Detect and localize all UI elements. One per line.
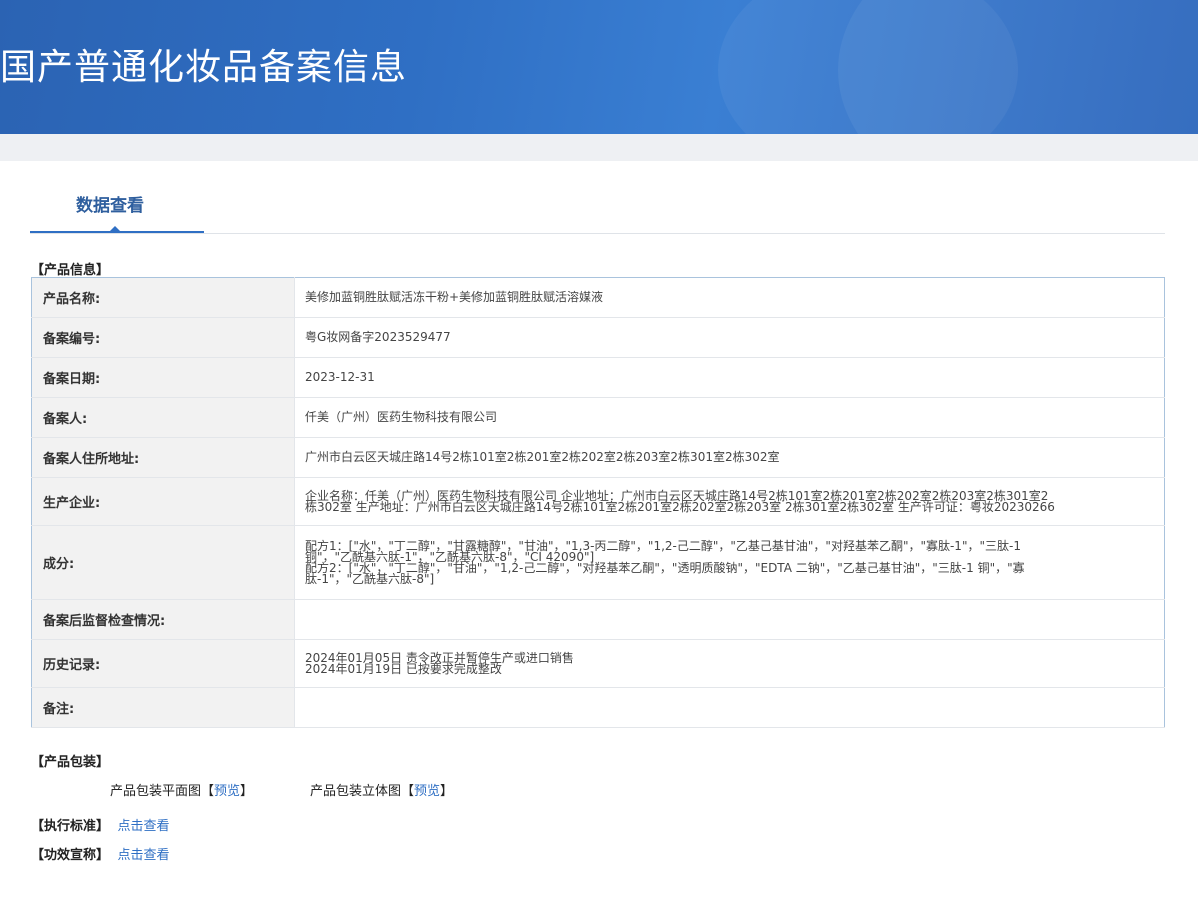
info-row-key: 备注: [31,687,295,728]
tab-bar: 数据查看 [30,161,1165,234]
info-row-key: 备案人住所地址: [31,437,295,478]
info-row-key: 成分: [31,525,295,600]
info-value-line: 2024年01月19日 已按要求完成整改 [305,661,502,676]
info-row: 生产企业: 企业名称：仟美（广州）医药生物科技有限公司 企业地址：广州市白云区天城… [31,477,1165,526]
preview-link[interactable]: 预览 [414,784,440,799]
standard-view-link[interactable]: 点击查看 [118,819,170,834]
header-banner: 国产普通化妆品备案信息 [0,0,1198,134]
section-title-product-info: 【产品信息】 [31,263,110,278]
packaging-item-3d: 产品包装立体图【预览】 [310,784,454,799]
info-row: 备案人: 仟美（广州）医药生物科技有限公司 [31,397,1165,438]
info-row: 备案日期: 2023-12-31 [31,357,1165,398]
efficacy-row: 【功效宣称】 点击查看 [31,844,170,863]
info-row-value [294,599,1165,640]
packaging-item-label: 产品包装立体图 [310,784,402,799]
info-row-key: 历史记录: [31,639,295,688]
info-row-key: 备案日期: [31,357,295,398]
section-title-packaging: 【产品包装】 [31,755,110,770]
tab-indicator-caret [109,226,121,232]
tab-data-view[interactable]: 数据查看 [30,161,204,233]
info-row: 备案人住所地址: 广州市白云区天城庄路14号2栋101室2栋201室2栋202室2… [31,437,1165,478]
info-value-line: 美修加蓝铜胜肽赋活冻干粉+美修加蓝铜胜肽赋活溶媒液 [305,290,604,304]
info-row-value: 2024年01月05日 责令改正并暂停生产或进口销售 2024年01月19日 已按… [294,639,1165,688]
product-info-table: 产品名称: 美修加蓝铜胜肽赋活冻干粉+美修加蓝铜胜肽赋活溶媒液 备案编号: 粤G妆网备… [31,277,1165,728]
info-row-key: 生产企业: [31,477,295,526]
info-row-key: 备案人: [31,397,295,438]
header-divider [0,134,1198,161]
info-row-value [294,687,1165,728]
info-value-line: 栋302室 生产地址：广州市白云区天城庄路14号2栋101室2栋201室2栋20… [305,499,1055,514]
info-row-key: 产品名称: [31,277,295,318]
info-row-value: 粤G妆网备字2023529477 [294,317,1165,358]
standard-row: 【执行标准】 点击查看 [31,815,170,834]
info-row-key: 备案编号: [31,317,295,358]
section-title-efficacy: 【功效宣称】 [31,848,110,863]
info-row-value: 仟美（广州）医药生物科技有限公司 [294,397,1165,438]
tab-label: 数据查看 [76,196,144,216]
info-row-value: 企业名称：仟美（广州）医药生物科技有限公司 企业地址：广州市白云区天城庄路14号… [294,477,1165,526]
info-row: 备案编号: 粤G妆网备字2023529477 [31,317,1165,358]
info-value-line: 仟美（广州）医药生物科技有限公司 [305,410,498,424]
banner-decoration [718,0,1018,134]
page-title: 国产普通化妆品备案信息 [0,47,408,88]
info-value-line: 广州市白云区天城庄路14号2栋101室2栋201室2栋202室2栋203室2栋3… [305,450,780,464]
info-row: 备注: [31,687,1165,728]
info-row: 备案后监督检查情况: [31,599,1165,640]
info-value-line: 粤G妆网备字2023529477 [305,330,451,344]
info-row: 产品名称: 美修加蓝铜胜肽赋活冻干粉+美修加蓝铜胜肽赋活溶媒液 [31,277,1165,318]
info-row: 成分: 配方1：["水"，"丁二醇"，"甘露糖醇"，"甘油"，"1,3-丙二醇"，… [31,525,1165,600]
info-row-key: 备案后监督检查情况: [31,599,295,640]
info-row-value: 2023-12-31 [294,357,1165,398]
info-row-value: 广州市白云区天城庄路14号2栋101室2栋201室2栋202室2栋203室2栋3… [294,437,1165,478]
packaging-item-label: 产品包装平面图 [110,784,202,799]
efficacy-view-link[interactable]: 点击查看 [118,848,170,863]
preview-link[interactable]: 预览 [214,784,240,799]
info-row: 历史记录: 2024年01月05日 责令改正并暂停生产或进口销售 2024年01月1… [31,639,1165,688]
section-title-standard: 【执行标准】 [31,819,110,834]
info-value-line: 肽-1"，"乙酰基六肽-8"] [305,571,435,586]
info-value-line: 2023-12-31 [305,370,375,384]
info-row-value: 美修加蓝铜胜肽赋活冻干粉+美修加蓝铜胜肽赋活溶媒液 [294,277,1165,318]
packaging-item-plan: 产品包装平面图【预览】 [110,784,254,799]
info-row-value: 配方1：["水"，"丁二醇"，"甘露糖醇"，"甘油"，"1,3-丙二醇"，"1,… [294,525,1165,600]
